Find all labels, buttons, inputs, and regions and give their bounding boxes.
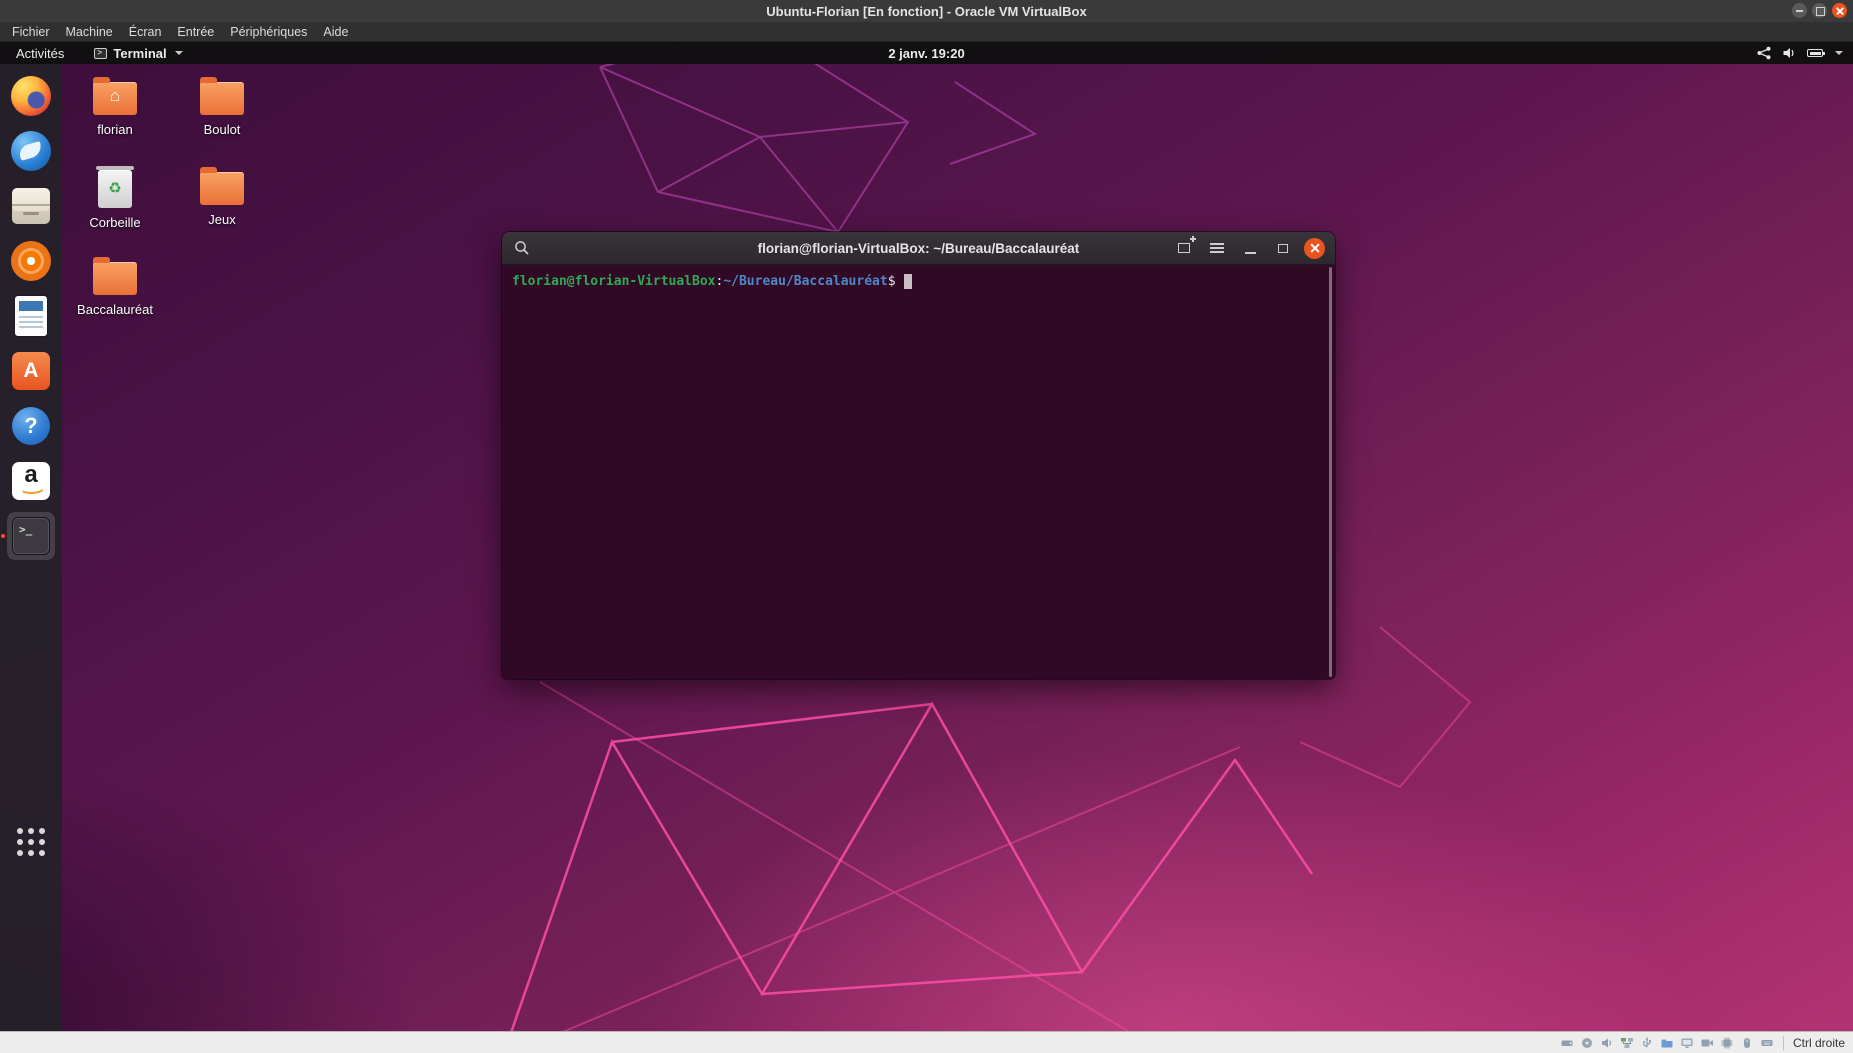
menu-entree[interactable]: Entrée bbox=[169, 25, 222, 39]
menu-peripheriques[interactable]: Périphériques bbox=[222, 25, 315, 39]
chevron-down-icon bbox=[175, 51, 183, 55]
libreoffice-writer-icon bbox=[15, 296, 47, 336]
display-icon[interactable] bbox=[1680, 1036, 1694, 1050]
optical-disk-icon[interactable] bbox=[1580, 1036, 1594, 1050]
virtualbox-statusbar: Ctrl droite bbox=[0, 1031, 1853, 1053]
network-icon bbox=[1756, 46, 1772, 60]
ubuntu-desktop[interactable]: Activités Terminal 2 janv. 19:20 bbox=[0, 42, 1853, 1031]
trash-icon bbox=[98, 170, 132, 208]
terminal-window: florian@florian-VirtualBox: ~/Bureau/Bac… bbox=[502, 232, 1335, 679]
new-tab-button[interactable] bbox=[1172, 236, 1196, 260]
help-icon bbox=[12, 407, 50, 445]
folder-icon bbox=[93, 262, 137, 295]
desktop-icon-florian[interactable]: florian bbox=[65, 76, 165, 137]
battery-icon bbox=[1807, 49, 1823, 57]
terminal-header-actions bbox=[1172, 236, 1325, 260]
app-menu-label: Terminal bbox=[113, 46, 166, 61]
clock[interactable]: 2 janv. 19:20 bbox=[888, 46, 964, 61]
virtualbox-window-title: Ubuntu-Florian [En fonction] - Oracle VM… bbox=[766, 4, 1086, 19]
terminal-minimize-button[interactable] bbox=[1238, 236, 1262, 260]
prompt-symbol: $ bbox=[888, 273, 896, 290]
terminal-cursor bbox=[904, 274, 912, 289]
terminal-screen[interactable]: florian@florian-VirtualBox : ~/Bureau/Ba… bbox=[502, 265, 1335, 679]
firefox-icon bbox=[11, 76, 51, 116]
rhythmbox-icon bbox=[11, 241, 51, 281]
desktop-icon-corbeille[interactable]: Corbeille bbox=[65, 166, 165, 230]
hard-disk-icon[interactable] bbox=[1560, 1036, 1574, 1050]
dock-item-terminal[interactable] bbox=[7, 512, 55, 560]
desktop-icon-label: florian bbox=[97, 122, 132, 137]
recording-icon[interactable] bbox=[1700, 1036, 1714, 1050]
menu-fichier[interactable]: Fichier bbox=[4, 25, 58, 39]
keyboard-icon[interactable] bbox=[1760, 1036, 1774, 1050]
dock-item-firefox[interactable] bbox=[7, 72, 55, 120]
app-menu-button[interactable]: Terminal bbox=[94, 46, 182, 61]
desktop-icon-label: Jeux bbox=[208, 212, 235, 227]
desktop-icon-jeux[interactable]: Jeux bbox=[172, 166, 272, 227]
amazon-icon bbox=[12, 462, 50, 500]
desktop-icon-label: Corbeille bbox=[89, 215, 140, 230]
dock-item-thunderbird[interactable] bbox=[7, 127, 55, 175]
close-window-button[interactable] bbox=[1832, 3, 1847, 18]
new-tab-icon bbox=[1178, 243, 1190, 253]
network-icon[interactable] bbox=[1620, 1036, 1634, 1050]
menu-machine[interactable]: Machine bbox=[58, 25, 121, 39]
virtualbox-titlebar: Ubuntu-Florian [En fonction] - Oracle VM… bbox=[0, 0, 1853, 22]
host-key-hint: Ctrl droite bbox=[1793, 1036, 1845, 1050]
terminal-app-icon bbox=[94, 48, 107, 59]
ubuntu-software-icon bbox=[12, 352, 50, 390]
dock bbox=[0, 64, 62, 1031]
search-icon[interactable] bbox=[514, 240, 530, 256]
dock-item-rhythmbox[interactable] bbox=[7, 237, 55, 285]
usb-icon[interactable] bbox=[1640, 1036, 1654, 1050]
menu-ecran[interactable]: Écran bbox=[121, 25, 170, 39]
terminal-icon bbox=[12, 517, 50, 555]
features-icon[interactable] bbox=[1720, 1036, 1734, 1050]
dock-item-amazon[interactable] bbox=[7, 457, 55, 505]
audio-icon[interactable] bbox=[1600, 1036, 1614, 1050]
maximize-icon bbox=[1278, 244, 1288, 253]
terminal-close-button[interactable] bbox=[1304, 238, 1325, 259]
show-applications-button[interactable] bbox=[17, 828, 45, 856]
virtualbox-menubar: Fichier Machine Écran Entrée Périphériqu… bbox=[0, 22, 1853, 42]
terminal-title: florian@florian-VirtualBox: ~/Bureau/Bac… bbox=[758, 241, 1080, 256]
desktop-icon-baccalaureat[interactable]: Baccalauréat bbox=[65, 256, 165, 317]
folder-icon bbox=[200, 82, 244, 115]
home-folder-icon bbox=[93, 82, 137, 115]
volume-icon bbox=[1782, 46, 1797, 60]
window-controls bbox=[1792, 3, 1847, 18]
terminal-scrollbar[interactable] bbox=[1329, 267, 1332, 677]
dock-item-libreoffice-writer[interactable] bbox=[7, 292, 55, 340]
thunderbird-icon bbox=[11, 131, 51, 171]
terminal-headerbar[interactable]: florian@florian-VirtualBox: ~/Bureau/Bac… bbox=[502, 232, 1335, 265]
prompt-separator: : bbox=[716, 273, 724, 290]
mouse-icon[interactable] bbox=[1740, 1036, 1754, 1050]
hamburger-menu-icon bbox=[1210, 247, 1224, 249]
menu-aide[interactable]: Aide bbox=[315, 25, 356, 39]
dock-item-files[interactable] bbox=[7, 182, 55, 230]
shared-folders-icon[interactable] bbox=[1660, 1036, 1674, 1050]
system-menu-chevron-icon bbox=[1835, 51, 1843, 55]
prompt-path: ~/Bureau/Baccalauréat bbox=[723, 273, 887, 290]
terminal-maximize-button[interactable] bbox=[1271, 236, 1295, 260]
desktop-icon-boulot[interactable]: Boulot bbox=[172, 76, 272, 137]
folder-icon bbox=[200, 172, 244, 205]
dock-item-ubuntu-software[interactable] bbox=[7, 347, 55, 395]
terminal-prompt: florian@florian-VirtualBox : ~/Bureau/Ba… bbox=[512, 273, 1325, 290]
maximize-window-button[interactable] bbox=[1812, 3, 1827, 18]
activities-button[interactable]: Activités bbox=[10, 46, 70, 61]
files-icon bbox=[12, 188, 50, 224]
desktop-icon-label: Boulot bbox=[204, 122, 241, 137]
virtualbox-window: Ubuntu-Florian [En fonction] - Oracle VM… bbox=[0, 0, 1853, 1053]
minimize-window-button[interactable] bbox=[1792, 3, 1807, 18]
desktop-icon-label: Baccalauréat bbox=[77, 302, 153, 317]
prompt-user-host: florian@florian-VirtualBox bbox=[512, 273, 716, 290]
dock-item-help[interactable] bbox=[7, 402, 55, 450]
minimize-icon bbox=[1245, 252, 1256, 254]
gnome-top-bar: Activités Terminal 2 janv. 19:20 bbox=[0, 42, 1853, 64]
system-tray[interactable] bbox=[1756, 46, 1843, 60]
statusbar-separator bbox=[1783, 1036, 1784, 1050]
menu-button[interactable] bbox=[1205, 236, 1229, 260]
